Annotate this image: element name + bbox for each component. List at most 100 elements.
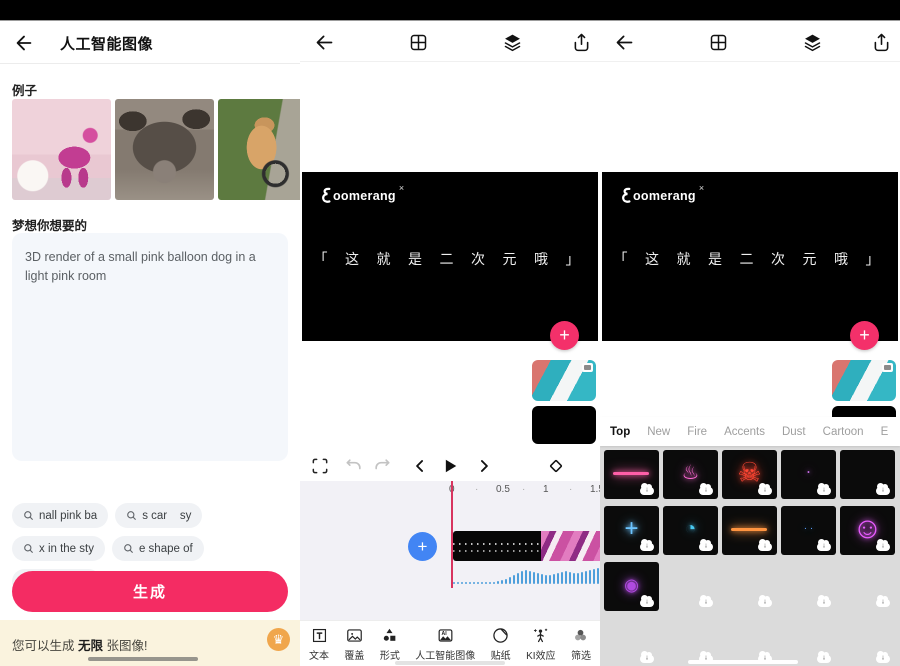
effect-tile-blue-cross[interactable]: +↓ xyxy=(604,506,659,555)
tool-shapes[interactable]: 形式 xyxy=(380,626,400,662)
add-clip-button[interactable]: + xyxy=(850,321,879,350)
tab-e[interactable]: E xyxy=(881,426,889,438)
effect-tile-undownloaded[interactable]: ↓ xyxy=(781,562,836,611)
download-cloud-icon[interactable]: ↓ xyxy=(876,543,890,551)
download-cloud-icon[interactable]: ↓ xyxy=(876,487,890,495)
undo-icon[interactable] xyxy=(344,456,364,476)
shapes-icon xyxy=(380,626,399,645)
add-media-button[interactable]: + xyxy=(408,532,437,561)
play-button[interactable] xyxy=(440,456,460,476)
download-cloud-icon[interactable]: ↓ xyxy=(640,487,654,495)
watermark-close-icon[interactable]: × xyxy=(699,183,704,193)
download-cloud-icon[interactable]: ↓ xyxy=(699,487,713,495)
tool-ai-image[interactable]: AI 人工智能图像 xyxy=(415,626,475,662)
canvas-grid-icon[interactable] xyxy=(708,32,729,53)
tab-top[interactable]: Top xyxy=(610,426,630,438)
playhead[interactable] xyxy=(451,481,453,588)
add-clip-button[interactable]: + xyxy=(550,321,579,350)
download-cloud-icon[interactable]: ↓ xyxy=(876,655,890,663)
effect-tile-neon-smiley[interactable]: ☺↓ xyxy=(840,506,895,555)
ai-image-icon: AI xyxy=(436,626,455,645)
effect-tile-undownloaded[interactable]: ↓ xyxy=(604,618,659,666)
neon-glyph-graphic: • xyxy=(807,469,809,476)
back-icon[interactable] xyxy=(314,32,335,53)
effect-tile-undownloaded[interactable]: ↓ xyxy=(781,618,836,666)
download-cloud-icon[interactable]: ↓ xyxy=(640,543,654,551)
effect-tile-orange-streak[interactable]: ↓ xyxy=(722,506,777,555)
effect-tile-pink-streak[interactable]: ↓ xyxy=(604,450,659,499)
keyframe-diamond-icon[interactable] xyxy=(546,456,566,476)
tool-filter[interactable]: 筛选 xyxy=(571,626,591,662)
effect-tile-neon-clock[interactable]: ◔↓ xyxy=(663,506,718,555)
download-cloud-icon[interactable]: ↓ xyxy=(817,655,831,663)
download-cloud-icon[interactable]: ↓ xyxy=(699,543,713,551)
tab-fire[interactable]: Fire xyxy=(687,426,707,438)
effect-tile-undownloaded[interactable]: ↓ xyxy=(840,618,895,666)
layers-icon[interactable] xyxy=(502,32,523,53)
suggestion-chip[interactable]: s car sy xyxy=(115,503,202,528)
download-cloud-icon[interactable]: ↓ xyxy=(758,599,772,607)
export-share-icon[interactable] xyxy=(871,32,892,53)
overlay-thumbnail-black[interactable] xyxy=(532,406,596,444)
tab-dust[interactable]: Dust xyxy=(782,426,806,438)
effect-tile-dark-effect[interactable]: ↓ xyxy=(840,450,895,499)
video-preview[interactable]: oomerang × 「 这 就 是 二 次 元 哦 」 xyxy=(602,172,898,341)
overlay-thumbnail-image[interactable] xyxy=(832,360,896,401)
download-cloud-icon[interactable]: ↓ xyxy=(640,599,654,607)
effect-tile-undownloaded[interactable]: ↓ xyxy=(663,618,718,666)
tab-cartoon[interactable]: Cartoon xyxy=(823,426,864,438)
video-clip-track[interactable] xyxy=(453,531,600,561)
download-cloud-icon[interactable]: ↓ xyxy=(817,599,831,607)
download-cloud-icon[interactable]: ↓ xyxy=(758,487,772,495)
effect-tile-neon-teapot[interactable]: ♨↓ xyxy=(663,450,718,499)
suggestion-chip[interactable]: nall pink ba xyxy=(12,503,108,528)
premium-crown-icon[interactable]: ♛ xyxy=(267,628,290,651)
fullscreen-icon[interactable] xyxy=(310,456,330,476)
audio-waveform[interactable] xyxy=(453,565,600,584)
redo-icon[interactable] xyxy=(372,456,392,476)
effect-tile-undownloaded[interactable]: ↓ xyxy=(722,618,777,666)
neon-glyph-graphic: ☠ xyxy=(737,459,761,486)
example-image-pig-portrait[interactable] xyxy=(115,99,214,200)
tool-ki-effects[interactable]: KI效应 xyxy=(526,626,555,662)
download-cloud-icon[interactable]: ↓ xyxy=(817,487,831,495)
layers-icon[interactable] xyxy=(802,32,823,53)
effects-sheet: Top New Fire Accents Dust Cartoon E ✓ ↓♨… xyxy=(600,417,900,666)
neon-line-graphic xyxy=(613,472,649,475)
effect-tile-purple-burst[interactable]: ◉↓ xyxy=(604,562,659,611)
export-share-icon[interactable] xyxy=(571,32,592,53)
prompt-input[interactable]: 3D render of a small pink balloon dog in… xyxy=(12,233,288,461)
tool-text[interactable]: 文本 xyxy=(309,626,329,662)
back-icon[interactable] xyxy=(614,32,635,53)
tool-sticker[interactable]: 贴纸 xyxy=(491,626,511,662)
download-cloud-icon[interactable]: ↓ xyxy=(640,655,654,663)
timeline[interactable]: 00.511.5 + xyxy=(300,481,600,620)
effect-tile-undownloaded[interactable]: ↓ xyxy=(722,562,777,611)
home-indicator xyxy=(88,657,198,661)
next-frame-icon[interactable] xyxy=(474,456,494,476)
effect-tile-neon-skull[interactable]: ☠↓ xyxy=(722,450,777,499)
suggestion-chip[interactable]: x in the sty xyxy=(12,536,105,561)
watermark-close-icon[interactable]: × xyxy=(399,183,404,193)
effect-tile-blue-sparks[interactable]: · ·↓ xyxy=(781,506,836,555)
download-cloud-icon[interactable]: ↓ xyxy=(758,543,772,551)
tool-overlay[interactable]: 覆盖 xyxy=(344,626,364,662)
previous-frame-icon[interactable] xyxy=(410,456,430,476)
tab-new[interactable]: New xyxy=(647,426,670,438)
video-preview[interactable]: oomerang × 「 这 就 是 二 次 元 哦 」 xyxy=(302,172,598,341)
effects-tabbar: Top New Fire Accents Dust Cartoon E ✓ xyxy=(600,417,900,446)
canvas-grid-icon[interactable] xyxy=(408,32,429,53)
back-icon[interactable] xyxy=(13,32,35,54)
example-image-pink-balloon-dog[interactable] xyxy=(12,99,111,200)
download-cloud-icon[interactable]: ↓ xyxy=(876,599,890,607)
download-cloud-icon[interactable]: ↓ xyxy=(817,543,831,551)
generate-button[interactable]: 生成 xyxy=(12,571,288,612)
suggestion-chip[interactable]: e shape of xyxy=(112,536,204,561)
effect-tile-undownloaded[interactable]: ↓ xyxy=(840,562,895,611)
effect-tile-undownloaded[interactable]: ↓ xyxy=(663,562,718,611)
overlay-thumbnail-image[interactable] xyxy=(532,360,596,401)
example-image-dog-on-wheel[interactable] xyxy=(218,99,300,200)
effect-tile-purple-spark[interactable]: •↓ xyxy=(781,450,836,499)
tab-accents[interactable]: Accents xyxy=(724,426,765,438)
download-cloud-icon[interactable]: ↓ xyxy=(699,599,713,607)
